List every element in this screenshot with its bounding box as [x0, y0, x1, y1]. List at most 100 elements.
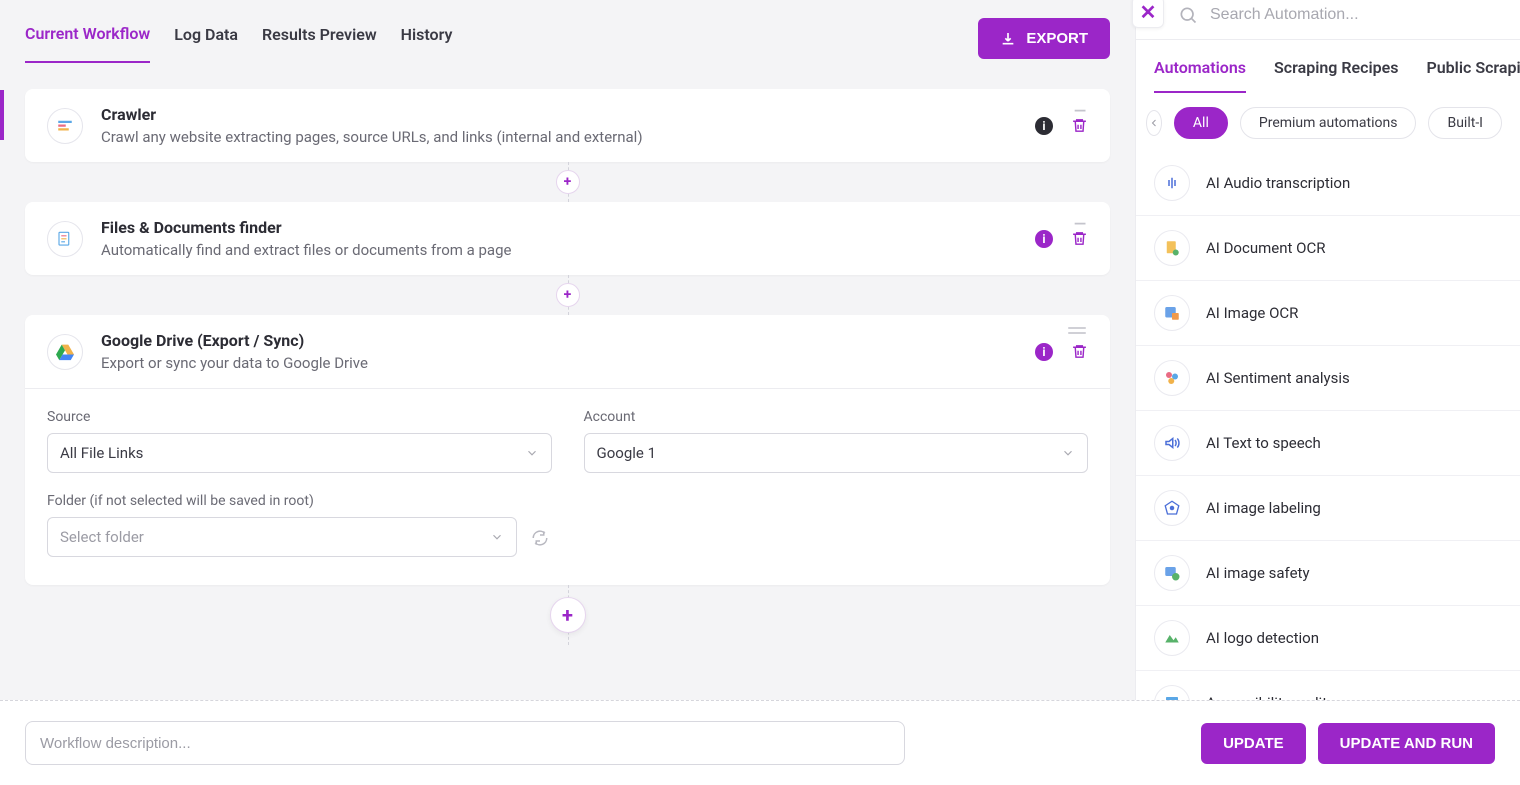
tab-automations[interactable]: Automations [1154, 58, 1246, 93]
account-select[interactable]: Google 1 [584, 433, 1089, 473]
tab-results-preview[interactable]: Results Preview [262, 25, 377, 62]
add-step-button[interactable]: + [556, 170, 580, 194]
workflow-tabs: Current Workflow Log Data Results Previe… [0, 0, 1135, 69]
drag-handle-icon[interactable] [1068, 327, 1086, 335]
source-select[interactable]: All File Links [47, 433, 552, 473]
tab-log-data[interactable]: Log Data [174, 25, 238, 62]
filter-all[interactable]: All [1174, 107, 1228, 139]
source-field: Source All File Links [47, 409, 552, 473]
search-icon [1178, 5, 1198, 25]
trash-icon[interactable] [1071, 343, 1088, 360]
bottom-bar: UPDATE UPDATE AND RUN [0, 700, 1520, 785]
card-title: Crawler [101, 105, 1017, 124]
automation-ai-audio-transcription[interactable]: AI Audio transcription [1136, 151, 1520, 216]
source-label: Source [47, 409, 552, 425]
account-field: Account Google 1 [584, 409, 1089, 473]
panel-tabs: Automations Scraping Recipes Public Scra… [1136, 40, 1520, 93]
update-and-run-button[interactable]: UPDATE AND RUN [1318, 723, 1495, 764]
automation-label: AI image labeling [1206, 499, 1321, 517]
tab-scraping-recipes[interactable]: Scraping Recipes [1274, 58, 1398, 93]
automations-list: AI Audio transcription AI Document OCR A… [1136, 151, 1520, 736]
filter-builtin[interactable]: Built-I [1428, 107, 1502, 139]
folder-field: Folder (if not selected will be saved in… [47, 493, 517, 557]
export-button[interactable]: EXPORT [978, 18, 1110, 59]
close-panel-button[interactable]: ✕ [1132, 0, 1164, 28]
search-input[interactable] [1210, 6, 1520, 24]
automation-label: AI Document OCR [1206, 239, 1325, 257]
files-icon [47, 221, 83, 257]
sentiment-icon [1154, 360, 1190, 396]
update-button[interactable]: UPDATE [1201, 723, 1306, 764]
collapse-icon[interactable]: — [1074, 101, 1086, 120]
document-icon [1154, 230, 1190, 266]
automation-ai-image-ocr[interactable]: AI Image OCR [1136, 281, 1520, 346]
info-icon[interactable]: i [1035, 117, 1053, 135]
automation-ai-image-labeling[interactable]: AI image labeling [1136, 476, 1520, 541]
info-icon[interactable]: i [1035, 343, 1053, 361]
folder-select[interactable]: Select folder [47, 517, 517, 557]
crawler-icon [47, 108, 83, 144]
download-icon [1000, 31, 1016, 47]
card-desc: Crawl any website extracting pages, sour… [101, 128, 1017, 146]
automation-label: AI Image OCR [1206, 304, 1298, 322]
label-icon [1154, 490, 1190, 526]
card-desc: Export or sync your data to Google Drive [101, 354, 1017, 372]
automation-label: AI image safety [1206, 564, 1310, 582]
automation-ai-tts[interactable]: AI Text to speech [1136, 411, 1520, 476]
card-body: Source All File Links Account Google 1 [25, 388, 1110, 585]
card-header: Crawler Crawl any website extracting pag… [25, 89, 1110, 162]
connector: + [25, 585, 1110, 645]
tab-public-scraping[interactable]: Public Scrapi [1426, 58, 1520, 93]
chevron-down-icon [525, 446, 539, 460]
image-ocr-icon [1154, 295, 1190, 331]
connector: + [25, 162, 1110, 202]
google-drive-icon [47, 334, 83, 370]
automations-panel: ✕ Automations Scraping Recipes Public Sc… [1135, 0, 1520, 700]
account-label: Account [584, 409, 1089, 425]
add-step-button[interactable]: + [550, 597, 586, 633]
account-value: Google 1 [597, 444, 657, 462]
automation-label: AI Sentiment analysis [1206, 369, 1350, 387]
card-desc: Automatically find and extract files or … [101, 241, 1017, 259]
chevron-down-icon [1061, 446, 1075, 460]
card-titles: Crawler Crawl any website extracting pag… [101, 105, 1017, 146]
filter-premium[interactable]: Premium automations [1240, 107, 1417, 139]
tab-history[interactable]: History [401, 25, 453, 62]
automation-ai-sentiment[interactable]: AI Sentiment analysis [1136, 346, 1520, 411]
folder-row: Folder (if not selected will be saved in… [47, 493, 1088, 557]
card-actions: i [1035, 343, 1088, 361]
left-accent-bar [0, 90, 4, 140]
waveform-icon [1154, 165, 1190, 201]
info-icon[interactable]: i [1035, 230, 1053, 248]
refresh-icon[interactable] [531, 529, 549, 547]
automation-label: AI logo detection [1206, 629, 1319, 647]
folder-label: Folder (if not selected will be saved in… [47, 493, 517, 509]
automation-label: AI Audio transcription [1206, 174, 1350, 192]
speaker-icon [1154, 425, 1190, 461]
add-step-button[interactable]: + [556, 283, 580, 307]
logo-icon [1154, 620, 1190, 656]
source-value: All File Links [60, 444, 143, 462]
workflow-description-input[interactable] [25, 721, 905, 765]
card-titles: Files & Documents finder Automatically f… [101, 218, 1017, 259]
tab-current-workflow[interactable]: Current Workflow [25, 24, 150, 63]
filter-row: All Premium automations Built-I [1136, 93, 1520, 147]
main-area: Current Workflow Log Data Results Previe… [0, 0, 1135, 785]
card-header: Google Drive (Export / Sync) Export or s… [25, 315, 1110, 388]
card-title: Files & Documents finder [101, 218, 1017, 237]
automation-ai-document-ocr[interactable]: AI Document OCR [1136, 216, 1520, 281]
card-crawler: — Crawler Crawl any website extracting p… [25, 89, 1110, 162]
card-title: Google Drive (Export / Sync) [101, 331, 1017, 350]
collapse-icon[interactable]: — [1074, 214, 1086, 233]
workflow-body: — Crawler Crawl any website extracting p… [0, 69, 1135, 655]
search-row [1136, 0, 1520, 40]
card-google-drive: Google Drive (Export / Sync) Export or s… [25, 315, 1110, 585]
automation-label: AI Text to speech [1206, 434, 1321, 452]
filters-prev-button[interactable] [1146, 110, 1162, 136]
export-label: EXPORT [1026, 30, 1088, 47]
automation-ai-logo-detection[interactable]: AI logo detection [1136, 606, 1520, 671]
card-files-finder: — Files & Documents finder Automatically… [25, 202, 1110, 275]
automation-ai-image-safety[interactable]: AI image safety [1136, 541, 1520, 606]
shield-icon [1154, 555, 1190, 591]
folder-placeholder: Select folder [60, 528, 144, 546]
